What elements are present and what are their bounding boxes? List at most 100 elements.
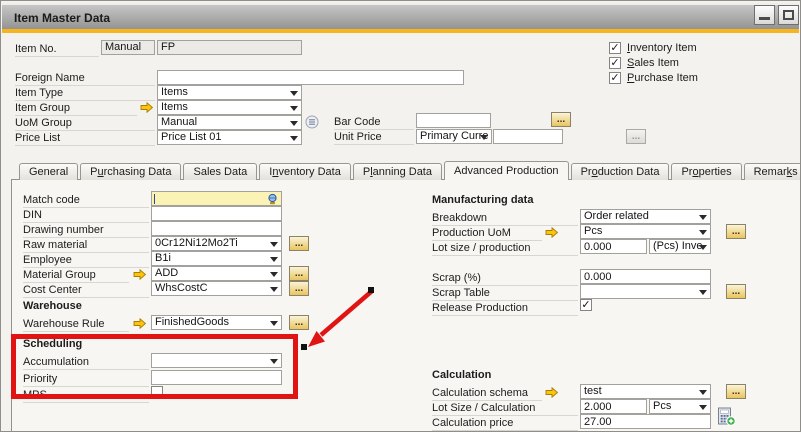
tab-purchasing-data[interactable]: Purchasing Data — [80, 163, 181, 180]
production-uom-combo[interactable]: Pcs — [580, 224, 711, 239]
uom-group-combo[interactable]: Manual — [157, 115, 302, 130]
price-list-combo[interactable]: Price List 01 — [157, 130, 302, 145]
chevron-down-icon — [699, 390, 707, 395]
foreign-name-label: Foreign Name — [15, 72, 155, 86]
lot-size-production-label: Lot size / production — [432, 242, 578, 256]
item-group-label: Item Group — [15, 102, 137, 116]
accent-line — [2, 29, 799, 33]
unit-price-currency-combo[interactable]: Primary Curre — [416, 129, 492, 144]
link-arrow-icon[interactable] — [545, 227, 558, 238]
drawing-number-label: Drawing number — [23, 224, 149, 238]
checkbox-label: Purchase Item — [627, 72, 698, 84]
checkbox[interactable]: ✓ — [609, 42, 621, 54]
tab-advanced-production[interactable]: Advanced Production — [444, 161, 569, 180]
employee-combo[interactable]: B1i — [151, 251, 282, 266]
tab-general[interactable]: General — [19, 163, 78, 180]
material-group-browse-button[interactable]: ... — [289, 266, 309, 281]
chevron-down-icon — [270, 257, 278, 262]
bar-code-browse-button[interactable]: ... — [551, 112, 571, 127]
calculation-price-input[interactable] — [580, 414, 711, 429]
raw-material-browse-button[interactable]: ... — [289, 236, 309, 251]
warehouse-rule-combo[interactable]: FinishedGoods — [151, 315, 282, 330]
chevron-down-icon — [290, 121, 298, 126]
bar-code-label: Bar Code — [334, 116, 414, 130]
window-titlebar: Item Master Data — [2, 3, 799, 31]
din-label: DIN — [23, 209, 149, 223]
production-uom-label: Production UoM — [432, 227, 542, 241]
chevron-down-icon — [290, 106, 298, 111]
tab-production-data[interactable]: Production Data — [571, 163, 670, 180]
breakdown-combo[interactable]: Order related — [580, 209, 711, 224]
production-uom-browse-button[interactable]: ... — [726, 224, 746, 239]
checkbox-row-inventory-item[interactable]: ✓Inventory Item — [609, 40, 697, 55]
raw-material-label: Raw material — [23, 239, 149, 253]
item-group-combo[interactable]: Items — [157, 100, 302, 115]
item-no-label: Item No. — [15, 43, 99, 57]
priority-label: Priority — [23, 373, 149, 387]
lot-size-calculation-label: Lot Size / Calculation — [432, 402, 578, 416]
checkbox-row-purchase-item[interactable]: ✓ Purchase Item — [609, 70, 698, 85]
raw-material-combo[interactable]: 0Cr12Ni12Mo2Ti — [151, 236, 282, 251]
accumulation-combo[interactable] — [151, 353, 282, 368]
material-group-combo[interactable]: ADD — [151, 266, 282, 281]
scrap-table-browse-button[interactable]: ... — [726, 284, 746, 299]
tab-inventory-data[interactable]: Inventory Data — [259, 163, 351, 180]
checkbox[interactable]: ✓ — [609, 57, 621, 69]
item-type-label: Item Type — [15, 87, 155, 101]
item-master-data-window: Item Master Data Item No. Manual FP Fore… — [0, 0, 801, 432]
chevron-down-icon — [270, 242, 278, 247]
checkbox-row-sales-item[interactable]: ✓Sales Item — [609, 55, 679, 70]
calculation-schema-browse-button[interactable]: ... — [726, 384, 746, 399]
tab-sales-data[interactable]: Sales Data — [183, 163, 257, 180]
calculation-schema-combo[interactable]: test — [580, 384, 711, 399]
item-type-combo[interactable]: Items — [157, 85, 302, 100]
lot-size-calculation-input[interactable] — [580, 399, 647, 414]
uom-group-detail-button[interactable] — [305, 115, 319, 132]
lot-size-production-input[interactable] — [580, 239, 647, 254]
tab-properties[interactable]: Properties — [671, 163, 741, 180]
warehouse-rule-browse-button[interactable]: ... — [289, 315, 309, 330]
calculation-section-header: Calculation — [432, 369, 491, 381]
drawing-number-input[interactable] — [151, 221, 282, 236]
calculator-button[interactable] — [717, 407, 736, 429]
material-group-label: Material Group — [23, 269, 129, 283]
release-production-checkbox[interactable]: ✓ — [580, 299, 592, 311]
din-input[interactable] — [151, 206, 282, 221]
link-arrow-icon[interactable] — [133, 318, 146, 329]
unit-price-input[interactable] — [493, 129, 563, 144]
maximize-icon — [783, 10, 794, 20]
scrap-pct-input[interactable] — [580, 269, 711, 284]
accumulation-label: Accumulation — [23, 356, 149, 370]
link-arrow-icon[interactable] — [545, 387, 558, 398]
chevron-down-icon — [699, 290, 707, 295]
lot-size-calculation-uom-combo[interactable]: Pcs — [649, 399, 711, 414]
checkbox[interactable]: ✓ — [609, 72, 621, 84]
item-no-series-field[interactable]: Manual — [101, 40, 155, 55]
bar-code-input[interactable] — [416, 113, 491, 128]
mps-checkbox[interactable] — [151, 386, 163, 398]
link-arrow-icon[interactable] — [140, 102, 153, 113]
employee-label: Employee — [23, 254, 149, 268]
cost-center-browse-button[interactable]: ... — [289, 281, 309, 296]
link-arrow-icon[interactable] — [133, 269, 146, 280]
tab-remarks[interactable]: Remarks — [744, 163, 800, 180]
scrap-table-label: Scrap Table — [432, 287, 578, 301]
minimize-icon — [759, 17, 770, 20]
maximize-button[interactable] — [778, 5, 799, 25]
foreign-name-input[interactable] — [157, 70, 464, 85]
warehouse-rule-label: Warehouse Rule — [23, 318, 129, 332]
minimize-button[interactable] — [754, 5, 775, 25]
cost-center-combo[interactable]: WhsCostC — [151, 281, 282, 296]
unit-price-browse-button[interactable]: ... — [626, 129, 646, 144]
scrap-table-combo[interactable] — [580, 284, 711, 299]
text-caret — [154, 194, 155, 204]
lot-size-production-uom-combo[interactable]: (Pcs) Inve — [649, 239, 711, 254]
priority-input[interactable] — [151, 370, 282, 385]
chevron-down-icon — [290, 136, 298, 141]
mps-label: MPS — [23, 389, 149, 403]
match-code-field[interactable] — [151, 191, 282, 206]
tab-planning-data[interactable]: Planning Data — [353, 163, 442, 180]
item-no-field[interactable]: FP — [157, 40, 302, 55]
cost-center-label: Cost Center — [23, 284, 149, 298]
unit-price-label: Unit Price — [334, 131, 414, 145]
